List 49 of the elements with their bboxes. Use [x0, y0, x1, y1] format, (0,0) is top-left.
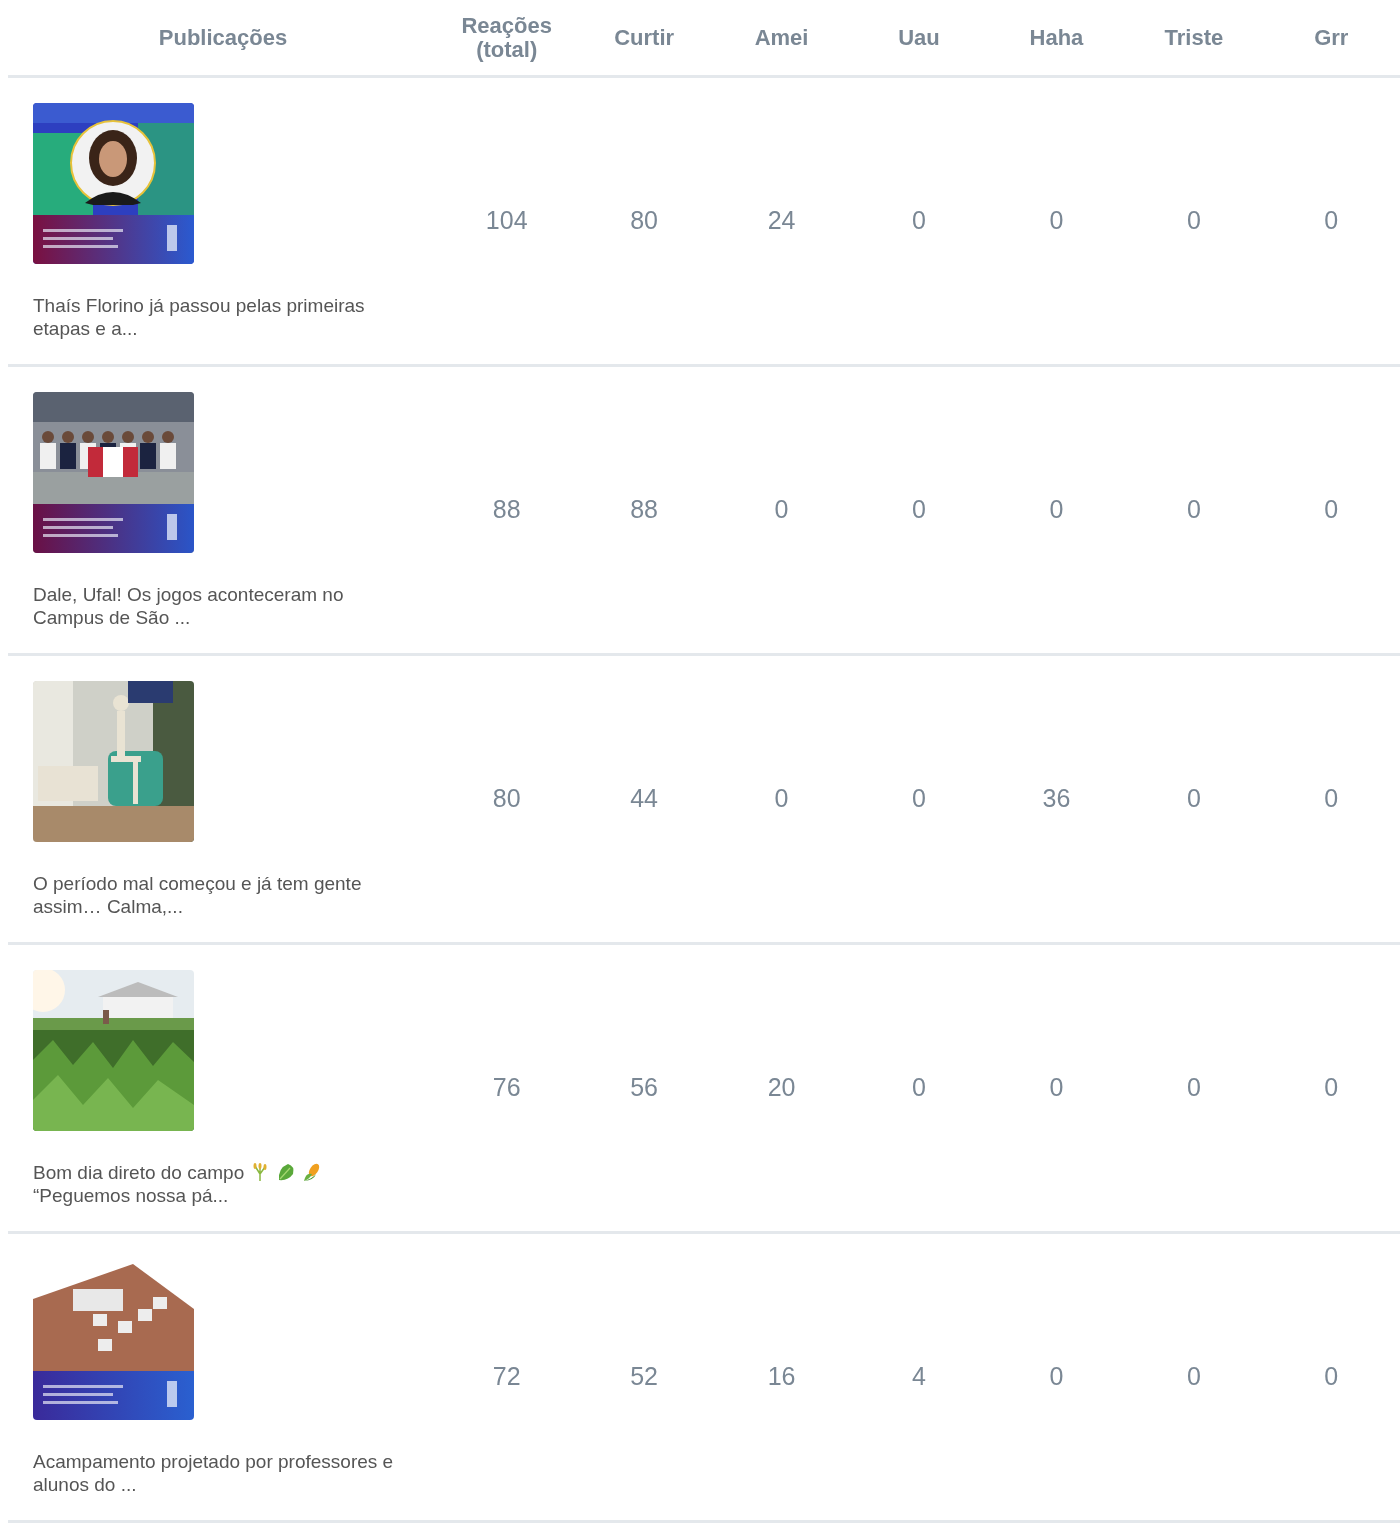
reaction-count: 0 [1324, 494, 1339, 524]
column-header: Curtir [614, 25, 675, 50]
reaction-count: 0 [1186, 494, 1201, 524]
reaction-count: 0 [1324, 1361, 1339, 1391]
post-caption: Dale, Ufal! Os jogos aconteceram no Campus de São ... [33, 583, 345, 629]
post-caption: Bom dia direto do campo [33, 1162, 245, 1183]
reaction-count: 0 [1186, 1072, 1201, 1102]
reaction-count: 56 [630, 1072, 659, 1102]
reaction-count: 44 [630, 783, 659, 813]
reaction-count: 0 [774, 783, 789, 813]
reaction-count: 0 [1324, 1072, 1339, 1102]
post-caption: O período mal começou e já tem gente assim… Calma,... [33, 872, 363, 918]
reaction-count: 0 [1049, 1072, 1064, 1102]
column-header: Grr [1314, 25, 1349, 50]
reaction-count: 72 [492, 1361, 521, 1391]
reaction-count: 0 [1186, 205, 1201, 235]
post-caption: “Peguemos nossa pá... [33, 1184, 230, 1207]
column-header: Amei [754, 25, 809, 50]
reaction-count: 88 [630, 494, 659, 524]
reaction-count: 0 [1049, 494, 1064, 524]
column-header: Uau [898, 25, 940, 50]
reaction-count: 0 [1324, 783, 1339, 813]
reaction-count: 52 [630, 1361, 659, 1391]
column-header: Haha [1029, 25, 1084, 50]
reaction-count: 76 [492, 1072, 521, 1102]
reaction-count: 4 [912, 1361, 926, 1391]
column-header: Reações (total) [460, 13, 553, 62]
reaction-count: 36 [1042, 783, 1071, 813]
reaction-count: 0 [1049, 1361, 1064, 1391]
reaction-count: 0 [1324, 205, 1339, 235]
reaction-count: 0 [1049, 205, 1064, 235]
reaction-count: 0 [912, 1072, 926, 1102]
reaction-count: 80 [630, 205, 659, 235]
reaction-count: 0 [1186, 783, 1201, 813]
reaction-count: 80 [492, 783, 521, 813]
reaction-count: 0 [1186, 1361, 1201, 1391]
reaction-count: 16 [767, 1361, 796, 1391]
reaction-count: 0 [912, 494, 926, 524]
reaction-count: 0 [912, 783, 926, 813]
column-header: Publicações [158, 25, 288, 50]
reaction-count: 24 [767, 205, 796, 235]
reaction-count: 0 [912, 205, 926, 235]
reaction-count: 104 [485, 205, 528, 235]
reaction-count: 88 [492, 494, 521, 524]
reaction-count: 20 [767, 1072, 796, 1102]
column-header: Triste [1164, 25, 1224, 50]
post-caption: Thaís Florino já passou pelas primeiras etapas e a... [33, 294, 366, 340]
post-caption: Acampamento projetado por professores e alunos do ... [33, 1450, 395, 1496]
reaction-count: 0 [774, 494, 789, 524]
